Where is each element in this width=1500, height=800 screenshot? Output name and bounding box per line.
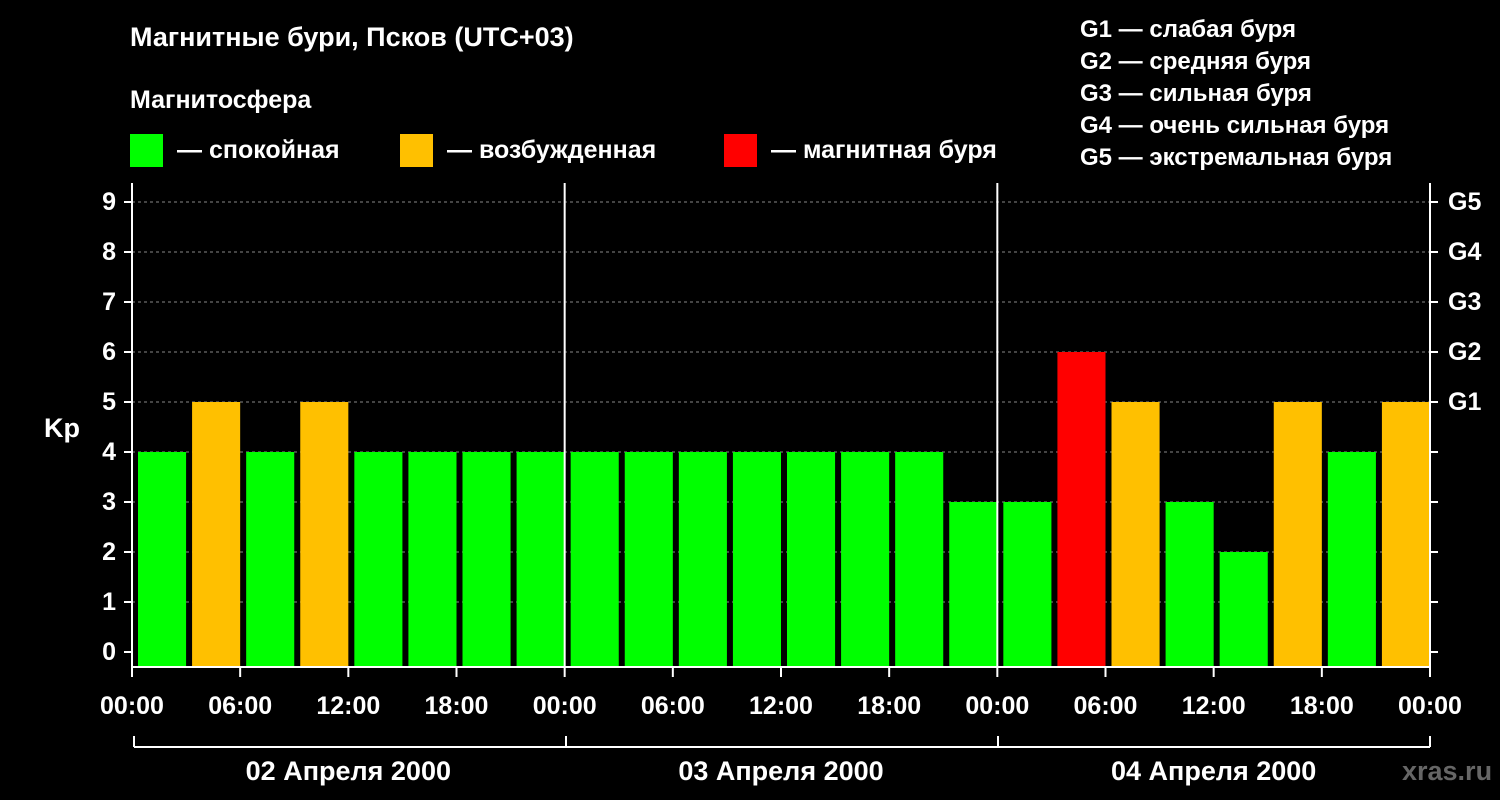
kp-chart: 0 1 2 3 4 5 6 7 8 9 G1 G2 G3 G4 G5 Kp 00:00 06:00 12:00 18:… [44, 183, 1481, 786]
g-axis-label: G5 [1448, 188, 1481, 216]
bar [570, 452, 619, 667]
bar [1057, 352, 1106, 667]
g-axis-label: G1 [1448, 388, 1481, 416]
day-label: 04 Апреля 2000 [1111, 756, 1316, 786]
x-tick-label: 18:00 [1290, 692, 1354, 720]
y-tick-label: 7 [102, 288, 116, 316]
y-tick-label: 6 [102, 338, 116, 366]
bar [732, 452, 781, 667]
bar [516, 452, 565, 667]
bar [1165, 502, 1214, 667]
x-tick-label: 06:00 [208, 692, 272, 720]
bar [462, 452, 511, 667]
bar [300, 402, 349, 667]
bar [246, 452, 295, 667]
bar [678, 452, 727, 667]
y-tick-label: 2 [102, 538, 116, 566]
x-tick-label: 12:00 [316, 692, 380, 720]
x-tick-label: 06:00 [641, 692, 705, 720]
x-tick-label: 12:00 [1182, 692, 1246, 720]
bar [408, 452, 457, 667]
g-axis-label: G2 [1448, 338, 1481, 366]
x-tick-label: 00:00 [965, 692, 1029, 720]
g-axis-label: G3 [1448, 288, 1481, 316]
bar [1111, 402, 1160, 667]
bar [354, 452, 403, 667]
g-axis-label: G4 [1448, 238, 1481, 266]
x-tick-label: 12:00 [749, 692, 813, 720]
bar [949, 502, 998, 667]
day-label: 02 Апреля 2000 [246, 756, 451, 786]
bar [138, 452, 187, 667]
y-tick-label: 8 [102, 238, 116, 266]
y-tick-label: 5 [102, 388, 116, 416]
x-tick-label: 00:00 [100, 692, 164, 720]
bar [1381, 402, 1430, 667]
bar [192, 402, 241, 667]
x-tick-label: 18:00 [857, 692, 921, 720]
y-axis-label: Kp [44, 413, 80, 443]
bar [1327, 452, 1376, 667]
bar [1273, 402, 1322, 667]
x-tick-label: 00:00 [533, 692, 597, 720]
bar [1003, 502, 1052, 667]
x-tick-label: 06:00 [1074, 692, 1138, 720]
watermark: xras.ru [1402, 756, 1493, 786]
bar [895, 452, 944, 667]
y-tick-label: 1 [102, 588, 116, 616]
bar [787, 452, 836, 667]
bar [624, 452, 673, 667]
y-tick-label: 0 [102, 638, 116, 666]
x-tick-label: 00:00 [1398, 692, 1462, 720]
x-tick-label: 18:00 [425, 692, 489, 720]
bar [841, 452, 890, 667]
day-label: 03 Апреля 2000 [678, 756, 883, 786]
y-tick-label: 3 [102, 488, 116, 516]
y-tick-label: 4 [102, 438, 116, 466]
y-tick-label: 9 [102, 188, 116, 216]
bar [1219, 552, 1268, 667]
